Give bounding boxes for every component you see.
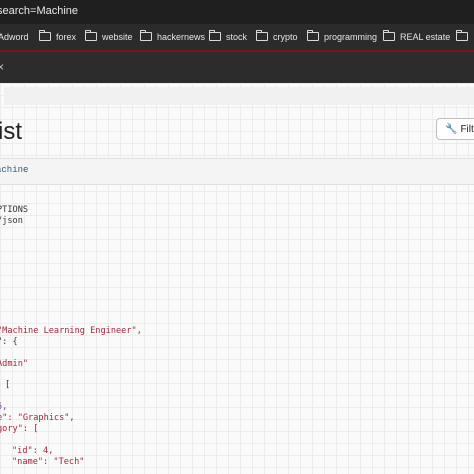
page-title: ist xyxy=(0,118,22,145)
code-line: 5, xyxy=(0,402,8,412)
bookmark-label: REAL estate xyxy=(400,32,451,42)
response-code-panel: PTIONS /json "Machine Learning Engineer"… xyxy=(0,185,474,474)
code-line: PTIONS xyxy=(0,205,29,215)
bookmark-crypto[interactable]: crypto xyxy=(256,24,298,50)
bookmark-label: forex xyxy=(56,32,77,42)
code-line: "id": 4, xyxy=(12,446,54,456)
breadcrumb-bar xyxy=(4,87,474,105)
address-bar[interactable]: search=Machine xyxy=(0,0,474,24)
folder-icon xyxy=(256,30,268,41)
bookmark-website[interactable]: website xyxy=(85,24,133,50)
address-text: search=Machine xyxy=(0,5,79,17)
code-line: Admin" xyxy=(0,359,29,369)
close-icon[interactable]: × xyxy=(0,60,4,74)
bookmark-label: hackernews xyxy=(157,32,206,42)
folder-icon xyxy=(456,30,468,41)
bookmark-label: stock xyxy=(226,32,248,42)
bookmark-hackernews[interactable]: hackernews xyxy=(140,24,205,50)
folder-icon xyxy=(307,30,319,41)
bookmark-label: website xyxy=(102,32,133,42)
bookmark-label: programming xyxy=(324,32,378,42)
bookmark-real-estate[interactable]: REAL estate xyxy=(383,24,450,50)
code-line: [ xyxy=(5,380,11,390)
folder-icon xyxy=(209,30,221,41)
main-content: ist 🔧Filte achine PTIONS /json "Machine … xyxy=(0,83,474,474)
request-text[interactable]: achine xyxy=(0,165,28,175)
folder-icon xyxy=(85,30,97,41)
filter-button-label: Filte xyxy=(460,124,474,135)
bookmarks-bar: Adword forex website hackernews stock cr… xyxy=(0,24,474,50)
wrench-icon: 🔧 xyxy=(445,124,458,135)
filter-button[interactable]: 🔧Filte xyxy=(436,118,474,140)
bookmark-overflow[interactable] xyxy=(456,24,473,50)
code-line: /json xyxy=(0,216,23,226)
code-line: gory": [ xyxy=(0,424,39,434)
code-line: "Machine Learning Engineer", xyxy=(0,326,142,336)
bookmark-label: crypto xyxy=(273,32,298,42)
bookmark-programming[interactable]: programming xyxy=(307,24,377,50)
bookmark-label: Adword xyxy=(0,32,29,42)
bookmark-stock[interactable]: stock xyxy=(209,24,247,50)
request-info-bar: achine xyxy=(0,158,474,185)
code-line: "name": "Tech" xyxy=(12,457,85,467)
code-line: e": "Graphics", xyxy=(0,413,75,423)
folder-icon xyxy=(140,30,152,41)
bookmark-adword[interactable]: Adword xyxy=(0,24,29,50)
code-line: ": { xyxy=(0,337,18,347)
folder-icon xyxy=(383,30,395,41)
bookmark-forex[interactable]: forex xyxy=(39,24,76,50)
top-navbar: × xyxy=(0,50,474,83)
folder-icon xyxy=(39,30,51,41)
